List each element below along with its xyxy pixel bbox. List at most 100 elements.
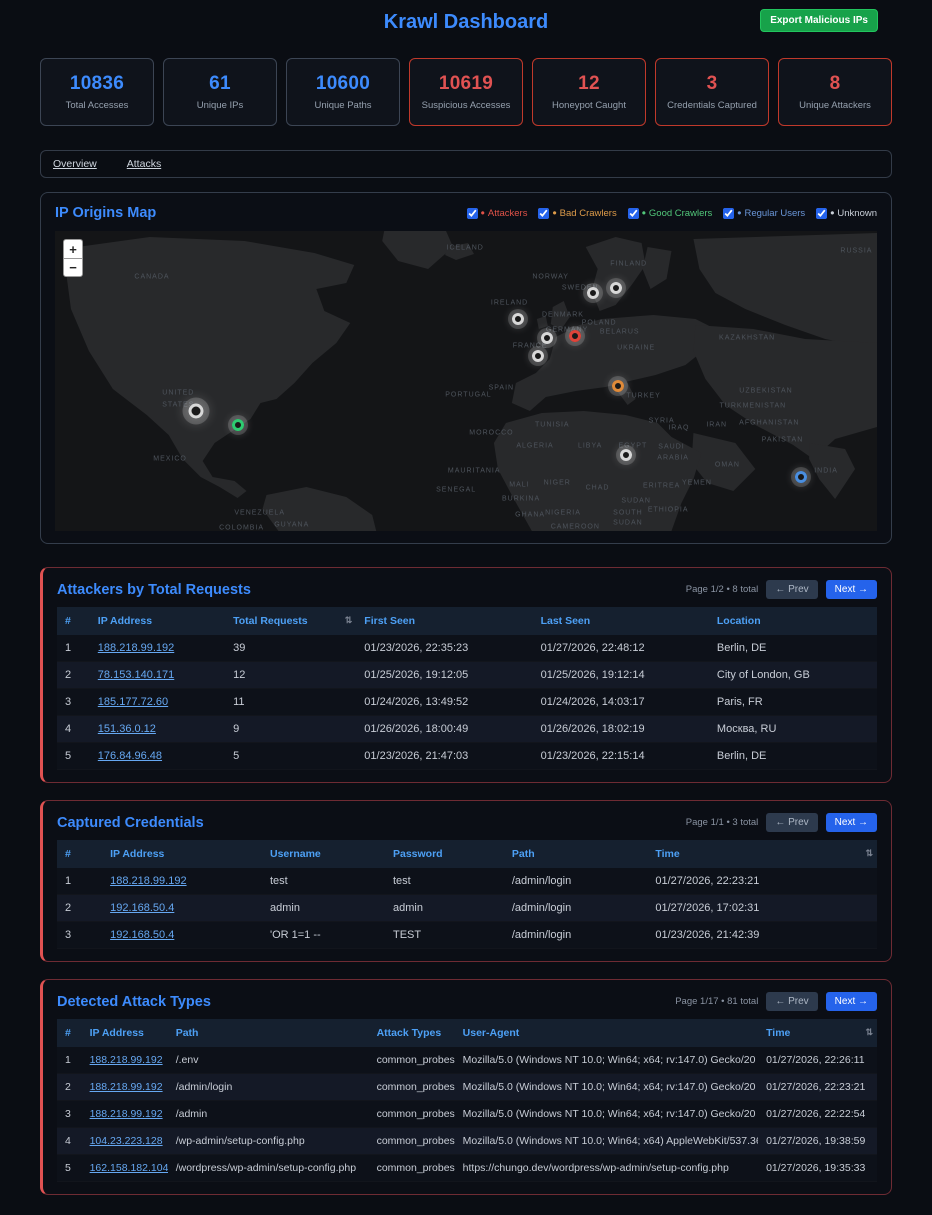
map-marker-unknown[interactable] bbox=[189, 403, 204, 418]
cell-last_seen: 01/24/2026, 14:03:17 bbox=[533, 689, 709, 716]
cell-path: /wordpress/wp-admin/setup-config.php bbox=[168, 1155, 369, 1182]
next-button[interactable]: Next → bbox=[826, 580, 877, 599]
credentials-panel: Captured Credentials Page 1/1 • 3 total … bbox=[40, 800, 892, 962]
legend-item-regular_user[interactable]: •Regular Users bbox=[723, 208, 805, 219]
ip-link[interactable]: 188.218.99.192 bbox=[110, 875, 186, 887]
table-row: 2188.218.99.192/admin/logincommon_probes… bbox=[57, 1074, 877, 1101]
legend-checkbox-regular_user[interactable] bbox=[723, 208, 734, 219]
cell-location: Berlin, DE bbox=[709, 635, 877, 662]
legend-checkbox-good_crawler[interactable] bbox=[628, 208, 639, 219]
stat-value: 61 bbox=[209, 73, 231, 95]
cell-num: 5 bbox=[57, 743, 90, 770]
map-country-label: IRAQ bbox=[668, 425, 689, 432]
map-country-label: FRANCE bbox=[513, 342, 548, 349]
cell-time: 01/27/2026, 22:26:11 bbox=[758, 1047, 877, 1074]
ip-link[interactable]: 162.158.182.104 bbox=[90, 1162, 168, 1174]
pagination-info: Page 1/1 • 3 total bbox=[686, 817, 759, 828]
map-canvas[interactable]: + − CANADAICELANDNORWAYSWEDENFINLANDRUSS… bbox=[55, 231, 877, 531]
column-header-requests[interactable]: Total Requests⇅ bbox=[225, 607, 356, 635]
map-marker-unknown[interactable] bbox=[541, 332, 553, 344]
ip-link[interactable]: 188.218.99.192 bbox=[90, 1081, 163, 1093]
cell-last_seen: 01/26/2026, 18:02:19 bbox=[533, 716, 709, 743]
map-country-label: UNITED bbox=[162, 390, 194, 397]
stat-value: 10619 bbox=[439, 73, 493, 95]
column-header-last_seen: Last Seen bbox=[533, 607, 709, 635]
column-header-time[interactable]: Time⇅ bbox=[647, 840, 877, 868]
ip-link[interactable]: 151.36.0.12 bbox=[98, 723, 156, 735]
legend-item-unknown[interactable]: •Unknown bbox=[816, 208, 877, 219]
sort-icon[interactable]: ⇅ bbox=[865, 1027, 873, 1038]
map-country-label: GERMANY bbox=[546, 327, 588, 334]
credentials-title: Captured Credentials bbox=[57, 815, 204, 831]
map-country-label: COLOMBIA bbox=[219, 525, 264, 532]
ip-link[interactable]: 188.218.99.192 bbox=[90, 1108, 163, 1120]
tab-overview[interactable]: Overview bbox=[53, 158, 97, 170]
map-marker-unknown[interactable] bbox=[587, 287, 599, 299]
ip-link[interactable]: 104.23.223.128 bbox=[90, 1135, 163, 1147]
attack-types-panel: Detected Attack Types Page 1/17 • 81 tot… bbox=[40, 979, 892, 1195]
cell-path: /admin/login bbox=[504, 922, 648, 949]
map-country-label: NIGERIA bbox=[545, 510, 581, 517]
map-marker-regular_user[interactable] bbox=[795, 471, 807, 483]
cell-attack_types: common_probes bbox=[369, 1155, 455, 1182]
ip-link[interactable]: 192.168.50.4 bbox=[110, 902, 174, 914]
ip-link[interactable]: 192.168.50.4 bbox=[110, 929, 174, 941]
map-country-label: CHAD bbox=[586, 485, 610, 492]
cell-num: 1 bbox=[57, 868, 102, 895]
header-row: #IP AddressPathAttack TypesUser-AgentTim… bbox=[57, 1019, 877, 1047]
cell-ip: 188.218.99.192 bbox=[82, 1074, 168, 1101]
column-header-time[interactable]: Time⇅ bbox=[758, 1019, 877, 1047]
ip-link[interactable]: 176.84.96.48 bbox=[98, 750, 162, 762]
cell-user_agent: Mozilla/5.0 (Windows NT 10.0; Win64; x64… bbox=[455, 1047, 758, 1074]
cell-username: test bbox=[262, 868, 385, 895]
map-country-label: TURKEY bbox=[626, 393, 660, 400]
zoom-in-button[interactable]: + bbox=[63, 239, 83, 258]
cell-last_seen: 01/25/2026, 19:12:14 bbox=[533, 662, 709, 689]
next-button[interactable]: Next → bbox=[826, 813, 877, 832]
map-marker-attacker[interactable] bbox=[569, 330, 581, 342]
legend-item-bad_crawler[interactable]: •Bad Crawlers bbox=[538, 208, 616, 219]
column-header-ip: IP Address bbox=[82, 1019, 168, 1047]
cell-requests: 12 bbox=[225, 662, 356, 689]
cell-ip: 188.218.99.192 bbox=[90, 635, 225, 662]
zoom-out-button[interactable]: − bbox=[63, 258, 83, 277]
legend-checkbox-bad_crawler[interactable] bbox=[538, 208, 549, 219]
cell-num: 5 bbox=[57, 1155, 82, 1182]
map-country-label: CANADA bbox=[134, 273, 169, 280]
legend-checkbox-attacker[interactable] bbox=[467, 208, 478, 219]
tab-attacks[interactable]: Attacks bbox=[127, 158, 161, 170]
map-country-label: YEMEN bbox=[682, 480, 712, 487]
cell-path: /admin/login bbox=[504, 868, 648, 895]
dashboard: Krawl Dashboard Export Malicious IPs 108… bbox=[0, 0, 932, 1205]
map-marker-bad_crawler[interactable] bbox=[612, 380, 624, 392]
ip-link[interactable]: 188.218.99.192 bbox=[90, 1054, 163, 1066]
ip-link[interactable]: 188.218.99.192 bbox=[98, 642, 174, 654]
cell-password: TEST bbox=[385, 922, 504, 949]
map-legend: •Attackers •Bad Crawlers •Good Crawlers •Re… bbox=[467, 208, 877, 219]
map-marker-unknown[interactable] bbox=[620, 449, 632, 461]
map-country-label: TURKMENISTAN bbox=[720, 402, 787, 409]
prev-button[interactable]: ← Prev bbox=[766, 580, 817, 599]
map-marker-unknown[interactable] bbox=[610, 282, 622, 294]
next-button[interactable]: Next → bbox=[826, 992, 877, 1011]
ip-link[interactable]: 185.177.72.60 bbox=[98, 696, 168, 708]
sort-icon[interactable]: ⇅ bbox=[345, 615, 353, 626]
prev-button[interactable]: ← Prev bbox=[766, 992, 817, 1011]
map-marker-good_crawler[interactable] bbox=[232, 419, 244, 431]
map-country-label: MALI bbox=[509, 482, 529, 489]
legend-checkbox-unknown[interactable] bbox=[816, 208, 827, 219]
map-country-label: INDIA bbox=[814, 468, 838, 475]
column-header-ip: IP Address bbox=[90, 607, 225, 635]
prev-button[interactable]: ← Prev bbox=[766, 813, 817, 832]
stat-label: Total Accesses bbox=[66, 100, 129, 111]
sort-icon[interactable]: ⇅ bbox=[865, 848, 873, 859]
cell-num: 2 bbox=[57, 662, 90, 689]
ip-link[interactable]: 78.153.140.171 bbox=[98, 669, 174, 681]
map-marker-unknown[interactable] bbox=[532, 350, 544, 362]
cell-ip: 188.218.99.192 bbox=[102, 868, 262, 895]
cell-path: /.env bbox=[168, 1047, 369, 1074]
legend-item-good_crawler[interactable]: •Good Crawlers bbox=[628, 208, 713, 219]
export-malicious-ips-button[interactable]: Export Malicious IPs bbox=[760, 9, 878, 32]
map-marker-unknown[interactable] bbox=[512, 313, 524, 325]
legend-item-attacker[interactable]: •Attackers bbox=[467, 208, 528, 219]
